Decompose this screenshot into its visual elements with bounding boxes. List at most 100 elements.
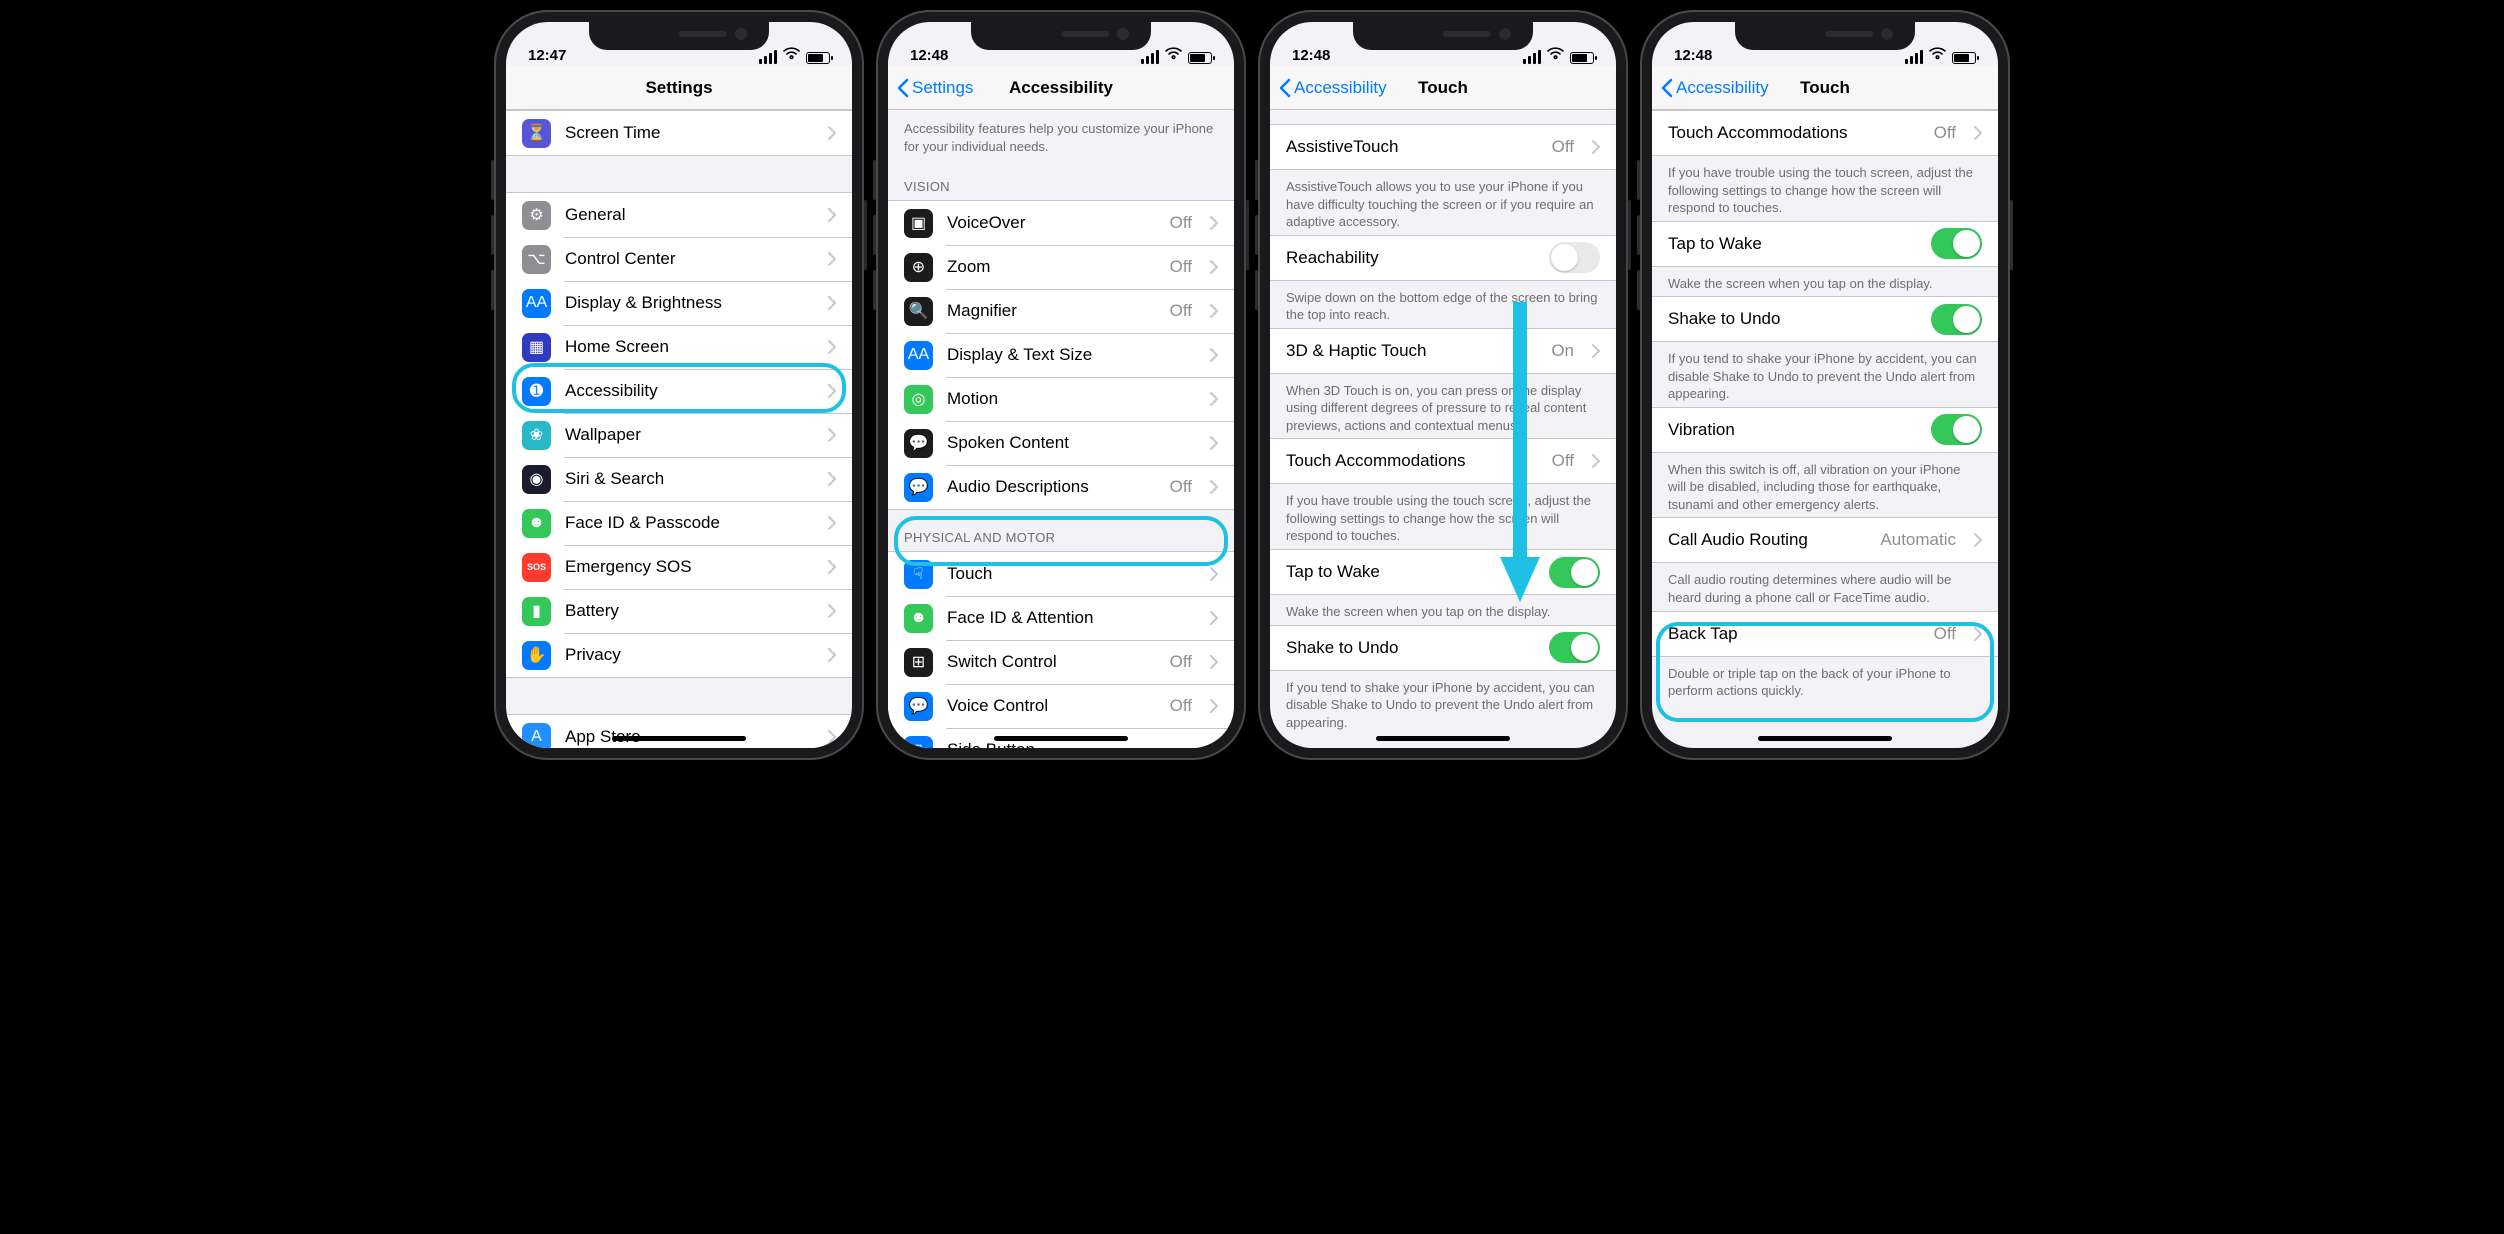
chevron-icon xyxy=(1210,216,1218,230)
row-touch-accom[interactable]: Touch AccommodationsOff xyxy=(1652,111,1998,155)
row-label: Zoom xyxy=(947,257,1156,277)
row-shake-undo[interactable]: Shake to Undo xyxy=(1652,297,1998,341)
back-button[interactable]: Accessibility xyxy=(1270,78,1387,98)
home-indicator[interactable] xyxy=(612,736,746,741)
row-reachability[interactable]: Reachability xyxy=(1270,236,1616,280)
row-call-audio[interactable]: Call Audio RoutingAutomatic xyxy=(1652,518,1998,562)
chevron-icon xyxy=(1210,480,1218,494)
row-switch-ctrl[interactable]: ⊞ Switch Control Off xyxy=(888,640,1234,684)
chevron-icon xyxy=(1592,140,1600,154)
vision-header: VISION xyxy=(888,159,1234,200)
home-indicator[interactable] xyxy=(1758,736,1892,741)
notch xyxy=(1735,22,1915,50)
control-center-icon: ⌥ xyxy=(522,245,551,274)
row-label: Tap to Wake xyxy=(1286,562,1535,582)
vibration-toggle[interactable] xyxy=(1931,414,1982,445)
row-tap-wake[interactable]: Tap to Wake xyxy=(1652,222,1998,266)
row-magnifier[interactable]: 🔍 Magnifier Off xyxy=(888,289,1234,333)
row-label: General xyxy=(565,205,814,225)
row-faceid[interactable]: ☻ Face ID & Passcode xyxy=(506,501,852,545)
footer-text: Call audio routing determines where audi… xyxy=(1652,563,1998,610)
chevron-icon xyxy=(1210,348,1218,362)
row-value: Off xyxy=(1934,624,1956,644)
row-privacy[interactable]: ✋ Privacy xyxy=(506,633,852,677)
chevron-icon xyxy=(828,340,836,354)
accessibility-list: Accessibility features help you customiz… xyxy=(888,110,1234,748)
chevron-icon xyxy=(1210,567,1218,581)
row-label: Face ID & Attention xyxy=(947,608,1196,628)
row-faceid-attn[interactable]: ☻ Face ID & Attention xyxy=(888,596,1234,640)
shake-undo-toggle[interactable] xyxy=(1931,304,1982,335)
row-value: Off xyxy=(1170,213,1192,233)
cellular-signal-icon xyxy=(1523,50,1541,64)
chevron-icon xyxy=(1592,344,1600,358)
screen: 12:47 Settings ⏳ Screen Time ⚙︎ General … xyxy=(506,22,852,748)
privacy-icon: ✋ xyxy=(522,641,551,670)
row-label: Emergency SOS xyxy=(565,557,814,577)
row-wallpaper[interactable]: ❀ Wallpaper xyxy=(506,413,852,457)
tap-wake-toggle[interactable] xyxy=(1931,228,1982,259)
textsize-icon: AA xyxy=(904,341,933,370)
footer-text: Wake the screen when you tap on the disp… xyxy=(1652,267,1998,297)
row-screen-time[interactable]: ⏳ Screen Time xyxy=(506,111,852,155)
row-label: Control Center xyxy=(565,249,814,269)
row-touch[interactable]: ☟ Touch xyxy=(888,552,1234,596)
nav-bar: Accessibility Touch xyxy=(1652,66,1998,110)
row-display[interactable]: AA Display & Brightness xyxy=(506,281,852,325)
chevron-icon xyxy=(1210,436,1218,450)
row-label: Back Tap xyxy=(1668,624,1920,644)
home-indicator[interactable] xyxy=(994,736,1128,741)
row-label: Face ID & Passcode xyxy=(565,513,814,533)
home-indicator[interactable] xyxy=(1376,736,1510,741)
row-label: Siri & Search xyxy=(565,469,814,489)
row-voiceover[interactable]: ▣ VoiceOver Off xyxy=(888,201,1234,245)
row-battery[interactable]: ▮ Battery xyxy=(506,589,852,633)
nav-bar: Accessibility Touch xyxy=(1270,66,1616,110)
row-control-center[interactable]: ⌥ Control Center xyxy=(506,237,852,281)
row-tap-wake[interactable]: Tap to Wake xyxy=(1270,550,1616,594)
row-general[interactable]: ⚙︎ General xyxy=(506,193,852,237)
wifi-icon xyxy=(1165,47,1182,64)
row-label: 3D & Haptic Touch xyxy=(1286,341,1537,361)
row-haptic[interactable]: 3D & Haptic TouchOn xyxy=(1270,329,1616,373)
reachability-toggle[interactable] xyxy=(1549,242,1600,273)
row-vibration[interactable]: Vibration xyxy=(1652,408,1998,452)
cellular-signal-icon xyxy=(759,50,777,64)
magnifier-icon: 🔍 xyxy=(904,297,933,326)
shake-undo-toggle[interactable] xyxy=(1549,632,1600,663)
row-label: Home Screen xyxy=(565,337,814,357)
clock: 12:48 xyxy=(910,47,948,64)
chevron-icon xyxy=(1210,743,1218,748)
clock: 12:47 xyxy=(528,47,566,64)
row-back-tap[interactable]: Back Tap Off xyxy=(1652,612,1998,656)
screen-time-icon: ⏳ xyxy=(522,119,551,148)
nav-bar: Settings Accessibility xyxy=(888,66,1234,110)
row-assistivetouch[interactable]: AssistiveTouchOff xyxy=(1270,125,1616,169)
general-icon: ⚙︎ xyxy=(522,201,551,230)
faceid-attn-icon: ☻ xyxy=(904,604,933,633)
page-title: Settings xyxy=(506,78,852,98)
row-siri[interactable]: ◉ Siri & Search xyxy=(506,457,852,501)
back-button[interactable]: Accessibility xyxy=(1652,78,1769,98)
wifi-icon xyxy=(1547,47,1564,64)
footer-text: If you tend to shake your iPhone by acci… xyxy=(1652,342,1998,407)
tap-wake-toggle[interactable] xyxy=(1549,557,1600,588)
row-shake-undo[interactable]: Shake to Undo xyxy=(1270,626,1616,670)
row-motion[interactable]: ◎ Motion xyxy=(888,377,1234,421)
row-home-screen[interactable]: ▦ Home Screen xyxy=(506,325,852,369)
row-touch-accom[interactable]: Touch AccommodationsOff xyxy=(1270,439,1616,483)
row-zoom[interactable]: ⊕ Zoom Off xyxy=(888,245,1234,289)
row-accessibility[interactable]: ➊ Accessibility xyxy=(506,369,852,413)
row-sos[interactable]: SOS Emergency SOS xyxy=(506,545,852,589)
row-textsize[interactable]: AA Display & Text Size xyxy=(888,333,1234,377)
back-button[interactable]: Settings xyxy=(888,78,973,98)
row-voice-ctrl[interactable]: 💬 Voice Control Off xyxy=(888,684,1234,728)
row-app-store[interactable]: A App Store xyxy=(506,715,852,748)
row-audiodesc[interactable]: 💬 Audio Descriptions Off xyxy=(888,465,1234,509)
row-label: Privacy xyxy=(565,645,814,665)
row-label: Spoken Content xyxy=(947,433,1196,453)
row-label: Switch Control xyxy=(947,652,1156,672)
footer-text: AssistiveTouch allows you to use your iP… xyxy=(1270,170,1616,235)
row-value: Off xyxy=(1170,696,1192,716)
row-spoken[interactable]: 💬 Spoken Content xyxy=(888,421,1234,465)
